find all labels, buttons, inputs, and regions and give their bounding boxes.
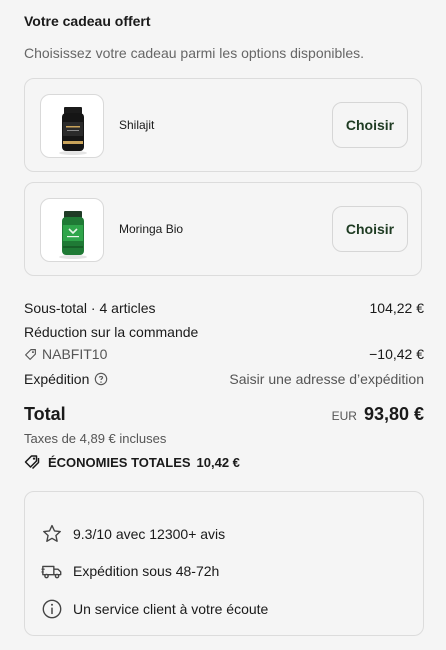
subtotal-label: Sous-total · 4 articles [24, 300, 156, 316]
help-icon[interactable] [94, 372, 108, 386]
trust-item-rating: 9.3/10 avec 12300+ avis [41, 523, 225, 545]
tag-icon [25, 348, 36, 360]
gift-option-name: Shilajit [119, 118, 155, 132]
shipping-label: Expédition [24, 371, 90, 387]
total-amount: EUR 93,80 € [332, 404, 424, 425]
shipping-row: Expédition Saisir une adresse d’expéditi… [24, 371, 424, 387]
tags-icon [24, 455, 40, 470]
moringa-bottle-icon [59, 211, 87, 259]
gift-option-moringa: Moringa Bio Choisir [24, 182, 422, 276]
trust-item-label: Expédition sous 48-72h [73, 563, 220, 579]
trust-item-support: Un service client à votre écoute [41, 598, 268, 620]
trust-item-label: 9.3/10 avec 12300+ avis [73, 526, 226, 542]
choose-shilajit-button[interactable]: Choisir [332, 102, 408, 148]
gift-section-title: Votre cadeau offert [24, 13, 151, 29]
star-icon [43, 524, 61, 542]
truck-icon [41, 565, 62, 579]
discount-label: Réduction sur la commande [24, 324, 199, 340]
total-value: 93,80 € [363, 404, 424, 424]
currency-code: EUR [331, 409, 357, 423]
gift-option-shilajit: Shilajit Choisir [24, 78, 422, 172]
gift-section-subtitle: Choisissez votre cadeau parmi les option… [24, 45, 365, 61]
taxes-note: Taxes de 4,89 € incluses [24, 431, 167, 446]
choose-moringa-button[interactable]: Choisir [332, 206, 408, 252]
discount-row: Réduction sur la commande [24, 324, 424, 340]
subtotal-value: 104,22 € [369, 300, 425, 316]
trust-box: 9.3/10 avec 12300+ avis Expédition sous … [24, 491, 424, 636]
savings-value: 10,42 € [196, 454, 240, 470]
savings-label: ÉCONOMIES TOTALES [48, 454, 191, 470]
total-label: Total [24, 404, 66, 424]
info-icon [42, 599, 62, 619]
shilajit-bottle-icon [59, 107, 87, 155]
subtotal-row: Sous-total · 4 articles 104,22 € [24, 300, 424, 316]
trust-item-shipping: Expédition sous 48-72h [41, 560, 219, 582]
product-image-moringa [40, 198, 104, 262]
trust-item-label: Un service client à votre écoute [73, 601, 269, 617]
discount-value: −10,42 € [369, 346, 424, 362]
shipping-value: Saisir une adresse d’expédition [229, 371, 424, 387]
product-image-shilajit [40, 94, 104, 158]
total-savings: ÉCONOMIES TOTALES 10,42 € [24, 454, 240, 470]
discount-code: NABFIT10 [42, 346, 108, 362]
discount-code-row: NABFIT10 −10,42 € [24, 346, 424, 362]
gift-option-name: Moringa Bio [119, 222, 184, 236]
